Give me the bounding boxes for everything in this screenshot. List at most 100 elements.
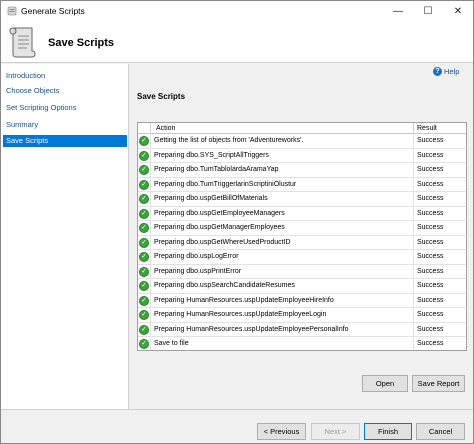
table-row[interactable]: ✓ Preparing HumanResources.uspUpdateEmplo…: [138, 322, 466, 337]
result-cell: Success: [417, 224, 444, 231]
status-cell: ✓: [138, 279, 151, 294]
table-row[interactable]: ✓ Preparing HumanResources.uspUpdateEmplo…: [138, 293, 466, 308]
minimize-button[interactable]: —: [383, 1, 413, 21]
status-cell: ✓: [138, 206, 151, 221]
success-check-icon: ✓: [139, 324, 149, 335]
status-cell: ✓: [138, 163, 151, 178]
status-cell: ✓: [138, 322, 151, 337]
result-cell: Success: [417, 209, 444, 217]
grid-header: Action Result: [138, 123, 466, 134]
table-row[interactable]: ✓ Preparing dbo.uspGetBillOfMaterials Succ…: [138, 192, 466, 207]
sidebar-item-save-scripts[interactable]: Save Scripts: [3, 135, 127, 147]
result-cell: Success: [417, 340, 444, 347]
section-title: Save Scripts: [137, 92, 186, 101]
wizard-footer: < Previous Next > Finish Cancel: [1, 409, 473, 443]
success-check-icon: ✓: [139, 266, 149, 277]
success-check-icon: ✓: [139, 339, 149, 350]
result-cell: Success: [417, 151, 444, 159]
success-check-icon: ✓: [139, 252, 149, 263]
action-cell: Preparing dbo.TumTablolardaAramaYap: [151, 163, 414, 178]
success-check-icon: ✓: [139, 194, 149, 205]
success-check-icon: ✓: [139, 208, 149, 219]
table-row[interactable]: ✓ Save to file Success: [138, 337, 466, 350]
status-cell: ✓: [138, 235, 151, 250]
window-title: Generate Scripts: [21, 6, 85, 16]
success-check-icon: ✓: [139, 165, 149, 176]
success-check-icon: ✓: [139, 136, 149, 147]
table-row[interactable]: ✓ Getting the list of objects from 'Adven…: [138, 134, 466, 149]
action-cell: Preparing HumanResources.uspUpdateEmploy…: [151, 308, 414, 323]
table-row[interactable]: ✓ Preparing dbo.SYS_ScriptAllTriggers Succ…: [138, 148, 466, 163]
cancel-button[interactable]: Cancel: [416, 423, 465, 440]
next-button[interactable]: Next >: [311, 423, 360, 440]
sidebar-item-choose-objects[interactable]: Choose Objects: [3, 85, 127, 97]
table-row[interactable]: ✓ Preparing dbo.uspGetEmployeeManagers Suc…: [138, 206, 466, 221]
status-cell: ✓: [138, 192, 151, 207]
scroll-app-icon: [7, 6, 17, 16]
action-cell: Preparing dbo.uspGetEmployeeManagers: [151, 206, 414, 221]
status-cell: ✓: [138, 134, 151, 149]
previous-button[interactable]: < Previous: [257, 423, 306, 440]
action-cell: Getting the list of objects from 'Advent…: [151, 134, 414, 149]
success-check-icon: ✓: [139, 150, 149, 161]
table-row[interactable]: ✓ Preparing dbo.uspGetWhereUsedProductID S…: [138, 235, 466, 250]
result-cell: Success: [417, 282, 444, 289]
sidebar-item-summary[interactable]: Summary: [3, 119, 127, 131]
result-cell: Success: [417, 180, 444, 188]
table-row[interactable]: ✓ Preparing HumanResources.uspUpdateEmplo…: [138, 308, 466, 323]
success-check-icon: ✓: [139, 237, 149, 248]
result-column-header[interactable]: Result: [414, 123, 466, 134]
result-cell: Success: [417, 325, 444, 333]
grid-rows: ✓ Getting the list of objects from 'Adven…: [138, 134, 466, 350]
sidebar-item-set-scripting-options[interactable]: Set Scripting Options: [3, 102, 127, 114]
table-row[interactable]: ✓ Preparing dbo.uspSearchCandidateResumes…: [138, 279, 466, 294]
success-check-icon: ✓: [139, 179, 149, 190]
save-report-button[interactable]: Save Report: [412, 375, 465, 392]
result-cell: Success: [417, 296, 444, 304]
status-cell: ✓: [138, 250, 151, 265]
result-cell: Success: [417, 253, 444, 260]
table-row[interactable]: ✓ Preparing dbo.TumTriggerlarinScriptiniO…: [138, 177, 466, 192]
status-cell: ✓: [138, 293, 151, 308]
action-cell: Preparing HumanResources.uspUpdateEmploy…: [151, 322, 414, 337]
status-cell: ✓: [138, 264, 151, 279]
maximize-button[interactable]: ☐: [413, 1, 443, 21]
success-check-icon: ✓: [139, 281, 149, 292]
results-grid: Action Result ✓ Getting the list of objec…: [137, 122, 467, 351]
result-cell: Success: [417, 267, 444, 275]
open-button[interactable]: Open: [362, 375, 408, 392]
page-title: Save Scripts: [48, 37, 115, 49]
wizard-header: Save Scripts: [1, 21, 473, 63]
result-cell: Success: [417, 195, 444, 202]
title-bar: Generate Scripts — ☐ ✕: [1, 1, 473, 21]
action-cell: Preparing dbo.uspGetWhereUsedProductID: [151, 235, 414, 250]
action-column-header[interactable]: Action: [151, 123, 414, 134]
table-row[interactable]: ✓ Preparing dbo.uspGetManagerEmployees Suc…: [138, 221, 466, 236]
wizard-sidebar: Introduction Choose Objects Set Scriptin…: [1, 64, 129, 409]
success-check-icon: ✓: [139, 223, 149, 234]
action-cell: Preparing dbo.uspGetBillOfMaterials: [151, 192, 414, 207]
result-cell: Success: [417, 137, 444, 144]
result-cell: Success: [417, 166, 444, 173]
success-check-icon: ✓: [139, 310, 149, 321]
success-check-icon: ✓: [139, 295, 149, 306]
status-cell: ✓: [138, 337, 151, 350]
finish-button[interactable]: Finish: [364, 423, 412, 440]
action-cell: Preparing dbo.uspPrintError: [151, 264, 414, 279]
action-cell: Preparing HumanResources.uspUpdateEmploy…: [151, 293, 414, 308]
action-cell: Preparing dbo.uspGetManagerEmployees: [151, 221, 414, 236]
generate-scripts-window: Generate Scripts — ☐ ✕ Save Scripts Intr…: [0, 0, 474, 444]
sidebar-item-introduction[interactable]: Introduction: [3, 70, 127, 82]
result-cell: Success: [417, 311, 444, 318]
status-column-header: [138, 123, 151, 134]
close-button[interactable]: ✕: [443, 1, 473, 21]
status-cell: ✓: [138, 177, 151, 192]
status-cell: ✓: [138, 148, 151, 163]
table-row[interactable]: ✓ Preparing dbo.uspLogError Success: [138, 250, 466, 265]
status-cell: ✓: [138, 221, 151, 236]
table-row[interactable]: ✓ Preparing dbo.TumTablolardaAramaYap Succ…: [138, 163, 466, 178]
help-link[interactable]: ? Help: [433, 67, 459, 76]
action-cell: Preparing dbo.uspLogError: [151, 250, 414, 265]
main-panel: ? Help Save Scripts Action Result ✓ Getti…: [130, 64, 473, 409]
table-row[interactable]: ✓ Preparing dbo.uspPrintError Success: [138, 264, 466, 279]
